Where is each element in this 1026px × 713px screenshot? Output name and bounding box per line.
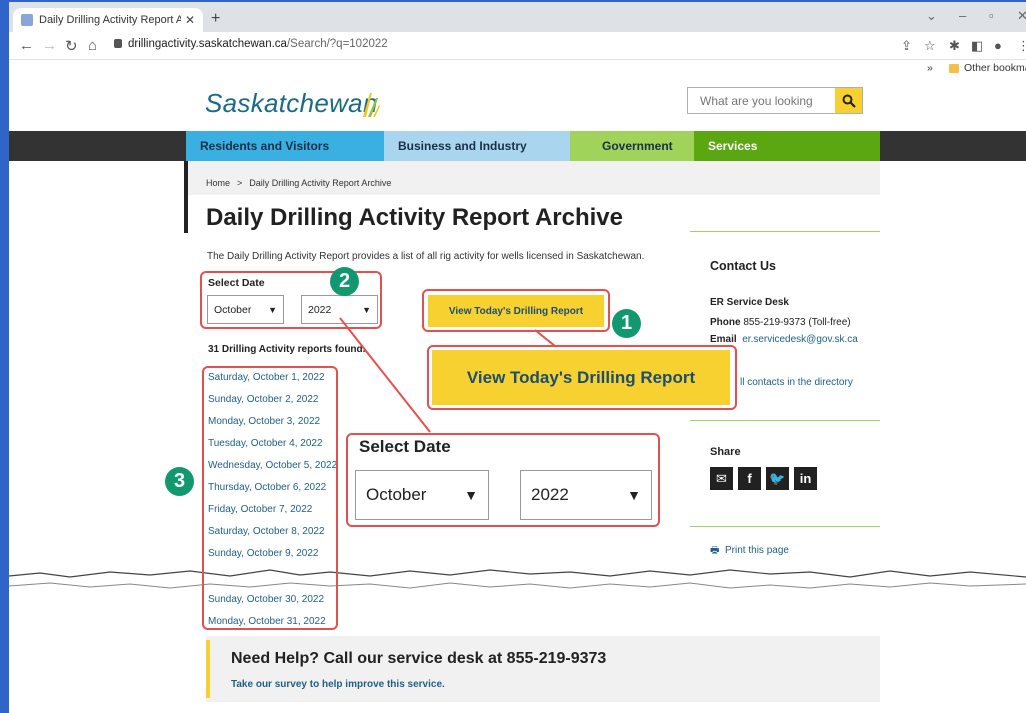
side-panel-icon[interactable]: ◧ (971, 38, 983, 54)
forward-icon[interactable]: → (42, 37, 57, 54)
page-favicon-icon (21, 14, 33, 26)
print-page-link[interactable]: 🖶 Print this page (710, 543, 789, 560)
share-buttons: ✉ f 🐦 in (710, 467, 817, 490)
tab-search-icon[interactable]: ⌄ (926, 8, 937, 24)
help-accent-bar (206, 640, 210, 698)
callout-view-button (422, 289, 610, 332)
zoomed-view-todays-report-button: View Today's Drilling Report (432, 350, 730, 405)
close-tab-icon[interactable]: ✕ (185, 13, 195, 27)
url-host: drillingactivity.saskatchewan.ca (128, 38, 287, 50)
service-desk-name: ER Service Desk (710, 297, 789, 308)
breadcrumb-home[interactable]: Home (206, 178, 230, 188)
wheat-logo-icon (363, 93, 380, 117)
chevron-down-icon: ▼ (464, 487, 478, 503)
menu-icon[interactable]: ⋮ (1017, 38, 1026, 54)
site-search (687, 87, 863, 114)
sidebar-divider (690, 420, 880, 421)
help-banner: Need Help? Call our service desk at 855-… (206, 636, 880, 702)
twitter-icon[interactable]: 🐦 (766, 467, 789, 490)
search-icon (842, 94, 856, 108)
email-line: Email er.servicedesk@gov.sk.ca (710, 334, 858, 345)
zoomed-year-value: 2022 (531, 485, 569, 504)
frame-left-border (0, 0, 9, 713)
intro-text: The Daily Drilling Activity Report provi… (207, 251, 645, 262)
share-page-icon[interactable]: ⇪ (901, 38, 912, 54)
print-label: Print this page (725, 545, 789, 556)
other-bookmarks[interactable]: Other bookmarks (964, 62, 1026, 74)
close-window-icon[interactable]: ✕ (1017, 8, 1026, 24)
survey-link[interactable]: Take our survey to help improve this ser… (231, 679, 445, 690)
folder-icon (949, 64, 959, 73)
reload-icon[interactable]: ↻ (65, 37, 78, 55)
minimize-icon[interactable]: – (959, 8, 966, 23)
email-icon[interactable]: ✉ (710, 467, 733, 490)
breadcrumb-current: Daily Drilling Activity Report Archive (249, 178, 392, 188)
zoomed-month-select: October ▼ (355, 470, 489, 520)
printer-icon: 🖶 (710, 545, 720, 556)
profile-icon[interactable]: ● (994, 38, 1002, 53)
browser-tab[interactable]: Daily Drilling Activity Report Arc ✕ (13, 8, 203, 32)
sidebar-divider (690, 231, 880, 232)
email-label: Email (710, 334, 737, 345)
contact-us-heading: Contact Us (710, 259, 776, 273)
search-button[interactable] (835, 88, 862, 113)
browser-toolbar: ← → ↻ ⌂ drillingactivity.saskatchewan.ca… (9, 32, 1026, 60)
site-logo[interactable]: Saskatchewan (205, 88, 378, 119)
email-link[interactable]: er.servicedesk@gov.sk.ca (742, 334, 858, 345)
phone-label: Phone (710, 317, 741, 328)
zoomed-select-date-label: Select Date (359, 437, 451, 456)
step-badge-1: 1 (612, 309, 641, 338)
zoomed-year-select: 2022 ▼ (520, 470, 652, 520)
bookmark-star-icon[interactable]: ☆ (924, 38, 936, 54)
torn-edge-gap (9, 560, 1026, 588)
step-badge-2: 2 (330, 267, 359, 296)
browser-tab-bar: Daily Drilling Activity Report Arc ✕ + ⌄… (9, 2, 1026, 32)
home-icon[interactable]: ⌂ (88, 37, 97, 54)
tab-title: Daily Drilling Activity Report Arc (39, 14, 181, 26)
share-heading: Share (710, 446, 741, 458)
search-input[interactable] (688, 88, 828, 113)
chevron-down-icon: ▼ (627, 487, 641, 503)
new-tab-button[interactable]: + (211, 10, 220, 28)
callout-date-list (202, 366, 338, 630)
back-icon[interactable]: ← (19, 37, 34, 54)
extensions-icon[interactable]: ✱ (949, 38, 960, 54)
more-bookmarks-chevron[interactable]: » (927, 62, 933, 74)
nav-services[interactable]: Services (694, 131, 880, 161)
address-bar[interactable]: drillingactivity.saskatchewan.ca/Search/… (114, 38, 388, 50)
bookmarks-bar: » Other bookmarks (9, 60, 1026, 78)
phone-value: 855-219-9373 (Toll-free) (743, 317, 851, 328)
all-contacts-link[interactable]: ll contacts in the directory (740, 377, 853, 388)
linkedin-icon[interactable]: in (794, 467, 817, 490)
url-path: /Search/?q=102022 (286, 38, 388, 50)
breadcrumb: Home > Daily Drilling Activity Report Arch… (206, 178, 391, 188)
help-title: Need Help? Call our service desk at 855-… (231, 650, 607, 667)
restore-icon[interactable]: ▫ (989, 8, 994, 23)
breadcrumb-separator: > (237, 178, 243, 188)
step-badge-3: 3 (165, 467, 194, 496)
nav-government[interactable]: Government (570, 131, 694, 161)
page-title: Daily Drilling Activity Report Archive (206, 204, 623, 231)
phone-line: Phone 855-219-9373 (Toll-free) (710, 317, 851, 328)
nav-business-and-industry[interactable]: Business and Industry (384, 131, 570, 161)
facebook-icon[interactable]: f (738, 467, 761, 490)
results-count: 31 Drilling Activity reports found. (208, 344, 366, 355)
nav-residents-and-visitors[interactable]: Residents and Visitors (186, 131, 384, 161)
lock-icon (114, 39, 122, 48)
title-accent-bar (184, 161, 188, 233)
sidebar-divider (690, 526, 880, 527)
zoomed-month-value: October (366, 485, 427, 504)
